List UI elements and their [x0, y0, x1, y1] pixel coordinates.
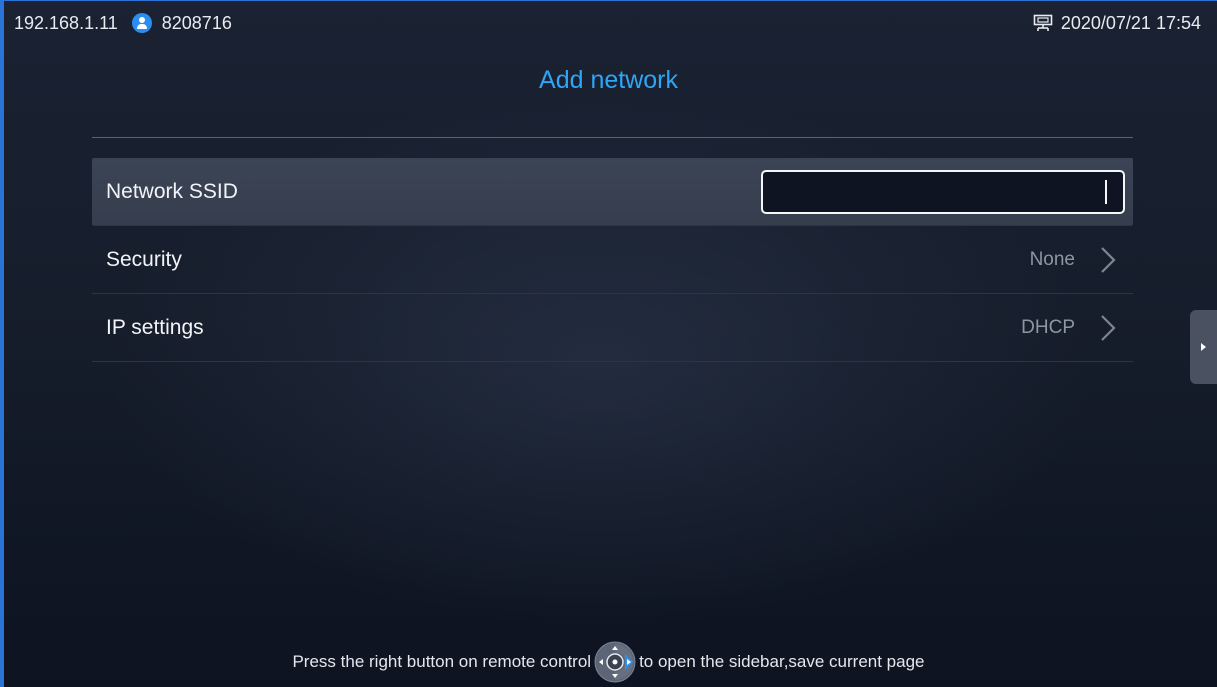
- remote-dpad-icon: [594, 641, 636, 683]
- chevron-right-icon: [1101, 314, 1116, 341]
- title-divider: [92, 137, 1133, 138]
- status-bar: 192.168.1.11 8208716 2020/07/21 17:54: [0, 0, 1217, 46]
- ip-settings-value: DHCP: [1021, 316, 1075, 338]
- account-icon: [131, 13, 152, 33]
- security-value: None: [1029, 248, 1075, 270]
- hint-text-after: to open the sidebar,save current page: [639, 652, 925, 671]
- status-right: 2020/07/21 17:54: [1033, 13, 1201, 34]
- network-ssid-input[interactable]: [761, 169, 1125, 214]
- sidebar-arrow-icon: [1201, 343, 1206, 351]
- ip-settings-label: IP settings: [106, 315, 204, 339]
- text-caret: [1105, 179, 1107, 204]
- network-ssid-row[interactable]: Network SSID: [92, 158, 1133, 226]
- remote-hint: Press the right button on remote control…: [0, 640, 1217, 684]
- add-network-screen: 192.168.1.11 8208716 2020/07/21 17:54 Ad…: [0, 0, 1217, 687]
- lan-icon: [1033, 14, 1053, 31]
- status-left: 192.168.1.11 8208716: [14, 13, 232, 34]
- hint-text-before: Press the right button on remote control: [292, 652, 592, 671]
- security-label: Security: [106, 247, 182, 271]
- datetime: 2020/07/21 17:54: [1060, 12, 1201, 33]
- ip-settings-row[interactable]: IP settings DHCP: [92, 294, 1133, 362]
- chevron-right-icon: [1101, 246, 1116, 273]
- network-ssid-label: Network SSID: [106, 179, 238, 203]
- account-number: 8208716: [161, 12, 232, 33]
- settings-list: Network SSID Security None IP settings D…: [92, 158, 1133, 362]
- security-row[interactable]: Security None: [92, 226, 1133, 294]
- sidebar-toggle-tab[interactable]: [1190, 310, 1217, 384]
- ip-address: 192.168.1.11: [14, 12, 118, 33]
- frame-left-border: [0, 0, 4, 687]
- page-title: Add network: [539, 66, 678, 94]
